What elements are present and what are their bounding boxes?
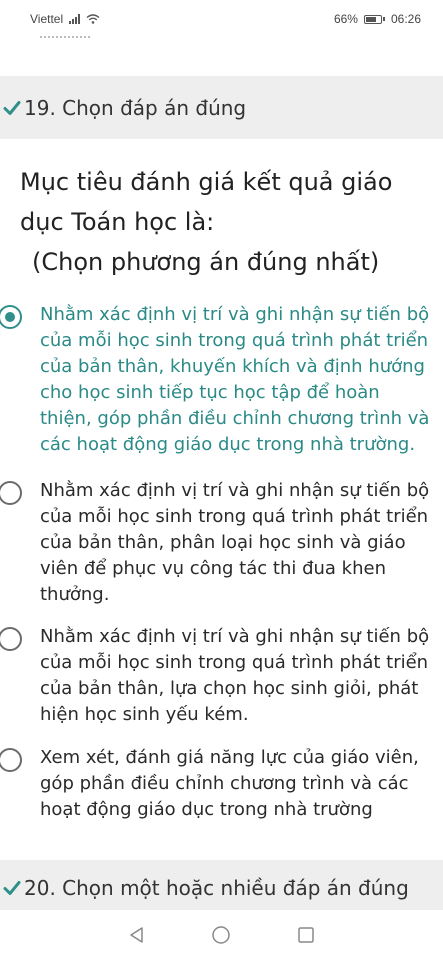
check-icon — [3, 100, 21, 115]
recents-icon[interactable] — [296, 925, 316, 945]
home-icon[interactable] — [211, 925, 231, 945]
navigation-bar — [0, 910, 443, 960]
option-line: góp phần điều chỉnh chương trình và các — [40, 773, 409, 794]
radio-icon[interactable] — [0, 748, 22, 772]
option-line: của mỗi học sinh trong quá trình phát tr… — [40, 506, 429, 527]
carrier-label: Viettel — [30, 12, 64, 26]
option-line: thiện, góp phần điều chỉnh chương trình … — [40, 408, 430, 429]
check-icon — [3, 881, 21, 895]
radio-icon[interactable] — [0, 627, 22, 651]
option-line: Nhằm xác định vị trí và ghi nhận sự tiến… — [40, 626, 430, 647]
option-line: hiện học sinh yếu kém. — [40, 704, 249, 725]
option-line: các hoạt động giáo dục trong nhà trường. — [40, 434, 416, 455]
back-icon[interactable] — [127, 925, 147, 945]
option-line: thưởng. — [40, 584, 110, 605]
answer-option-4[interactable]: Xem xét, đánh giá năng lực của giáo viên… — [0, 745, 443, 825]
option-line: của bản thân, lựa chọn học sinh giỏi, ph… — [40, 678, 419, 699]
option-text: Nhằm xác định vị trí và ghi nhận sự tiến… — [40, 624, 443, 728]
status-bar: Viettel 66% 06:26 — [0, 0, 443, 38]
answer-option-2[interactable]: Nhằm xác định vị trí và ghi nhận sự tiến… — [0, 478, 443, 610]
divider — [40, 36, 90, 42]
question-prompt: Mục tiêu đánh giá kết quả giáo dục Toán … — [20, 162, 440, 282]
status-left: Viettel — [30, 12, 100, 26]
question-title: 19. Chọn đáp án đúng — [24, 95, 247, 120]
option-line: Nhằm xác định vị trí và ghi nhận sự tiến… — [40, 304, 430, 325]
option-line: hoạt động giáo dục trong nhà trường — [40, 799, 373, 820]
question-19-header: 19. Chọn đáp án đúng — [0, 76, 443, 139]
option-line: Xem xét, đánh giá năng lực của giáo viên… — [40, 747, 419, 768]
option-line: cho học sinh tiếp tục học tập để hoàn — [40, 382, 380, 403]
option-line: Nhằm xác định vị trí và ghi nhận sự tiến… — [40, 480, 430, 501]
signal-icon — [69, 14, 81, 24]
option-text: Nhằm xác định vị trí và ghi nhận sự tiến… — [40, 478, 443, 608]
option-line: của mỗi học sinh trong quá trình phát tr… — [40, 652, 429, 673]
status-right: 66% 06:26 — [334, 12, 421, 26]
option-line: của bản thân, khuyến khích và định hướng — [40, 356, 425, 377]
option-text: Xem xét, đánh giá năng lực của giáo viên… — [40, 745, 443, 823]
clock: 06:26 — [390, 12, 421, 26]
wifi-icon — [86, 14, 100, 24]
option-text: Nhằm xác định vị trí và ghi nhận sự tiến… — [40, 302, 443, 458]
answer-option-1[interactable]: Nhằm xác định vị trí và ghi nhận sự tiến… — [0, 302, 443, 462]
option-line: của bản thân, phân loại học sinh và giáo — [40, 532, 406, 553]
battery-percent: 66% — [333, 12, 358, 26]
prompt-instruction: (Chọn phương án đúng nhất) — [32, 248, 380, 276]
answer-option-3[interactable]: Nhằm xác định vị trí và ghi nhận sự tiến… — [0, 624, 443, 730]
prompt-text: Mục tiêu đánh giá kết quả giáo dục Toán … — [20, 168, 393, 236]
question-20-header: 20. Chọn một hoặc nhiều đáp án đúng — [0, 860, 443, 916]
option-line: viên để phục vụ công tác thi đua khen — [40, 558, 386, 579]
battery-icon — [363, 14, 385, 24]
question-title: 20. Chọn một hoặc nhiều đáp án đúng — [24, 876, 409, 900]
radio-icon[interactable] — [0, 481, 22, 505]
option-line: của mỗi học sinh trong quá trình phát tr… — [40, 330, 429, 351]
radio-selected-icon[interactable] — [0, 305, 22, 329]
screen: Viettel 66% 06:26 19. Chọn đáp án đúng M… — [0, 0, 443, 960]
